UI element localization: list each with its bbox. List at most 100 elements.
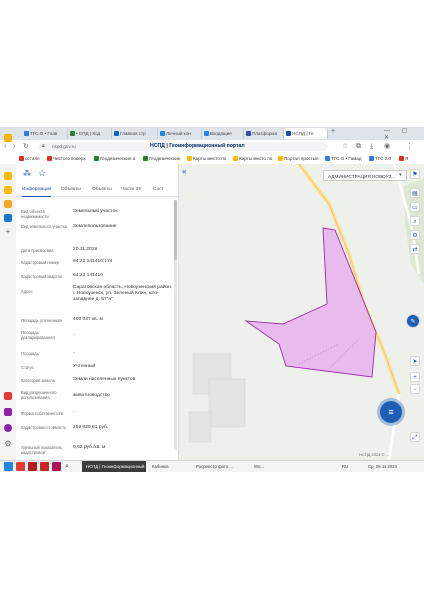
browser-tab[interactable]: • СПД | Код: [68, 128, 112, 139]
row-value: 64:22:141410: [73, 273, 103, 278]
reload-icon[interactable]: ↻: [23, 142, 29, 151]
bookmark-item[interactable]: Я: [398, 153, 408, 164]
row-label: Кадастровый номер: [21, 260, 60, 265]
tab-objects[interactable]: Объекты: [61, 184, 81, 196]
app-icon[interactable]: [4, 408, 12, 416]
row-label: Вид земельного участка: [21, 224, 68, 229]
browser-tab[interactable]: Платформа: [244, 128, 284, 139]
cadastral-cost-value: 252 029,61 руб.: [73, 425, 109, 430]
layers-button[interactable]: ⚑: [410, 169, 420, 179]
lock-icon: 🔒︎: [42, 143, 45, 149]
profile-icon[interactable]: ◉: [384, 142, 390, 151]
list-icon[interactable]: ≡: [380, 401, 402, 423]
panel-scroll-thumb[interactable]: [174, 200, 177, 260]
tab-objects-2[interactable]: Объекты: [92, 184, 112, 196]
url-text: nspd.gov.ru: [52, 144, 76, 149]
browser-tab[interactable]: ТГС.О • Глав: [22, 128, 68, 139]
portal-title: НСПД | Геоинформационный портал: [150, 143, 245, 149]
map-view[interactable]: « АДМИНИСТРАЦИЯ НОВОУЗ... ▾ ⚑ ▤ ▭ ⌕ ⚙ ⇄ …: [179, 164, 424, 460]
admin-unit-select[interactable]: АДМИНИСТРАЦИЯ НОВОУЗ...: [323, 170, 407, 181]
tab-state[interactable]: Сост: [153, 184, 164, 196]
share-map-button[interactable]: ⇄: [410, 244, 420, 254]
browser-tab[interactable]: Личный кон: [158, 128, 202, 139]
collapse-panel-icon[interactable]: «: [182, 167, 192, 177]
address-bar: ‹ › ↻ 🔒︎ nspd.gov.ru НСПД | Геоинформаци…: [0, 140, 424, 154]
panel-toolbar: ⁂ ☆: [16, 164, 178, 184]
row-label: Форма собственности: [21, 411, 63, 416]
row-label: Категория земель: [21, 378, 55, 383]
map-settings-button[interactable]: ⚙: [410, 230, 420, 240]
start-icon[interactable]: [4, 462, 13, 471]
bookmark-item[interactable]: Геодезические а: [93, 153, 135, 164]
share-icon[interactable]: ⁂: [23, 169, 31, 178]
zoom-out-button[interactable]: −: [410, 384, 420, 394]
forward-icon[interactable]: ›: [13, 142, 15, 151]
taskbar-item[interactable]: Wo...: [254, 461, 264, 472]
window-controls-icon[interactable]: — ▢ ✕: [384, 127, 424, 141]
map-attribution: НСПД 2024 © ...: [359, 452, 389, 457]
bookmark-item[interactable]: остале: [18, 153, 40, 164]
tool-button[interactable]: ▤: [410, 188, 420, 198]
search-button[interactable]: ⌕: [410, 216, 420, 226]
taskbar-item[interactable]: Росреестр фото ...: [196, 461, 233, 472]
bookmark-item[interactable]: Геодезические: [142, 153, 180, 164]
browser-tab-active[interactable]: НСПД | Ге: [284, 128, 328, 139]
app-icon[interactable]: [4, 392, 12, 400]
row-label: Площадь уточненная: [21, 318, 62, 323]
os-taskbar: ⌕ НСПД | Геоинформационный Кабинка Росре…: [0, 460, 424, 472]
taskbar-active-window[interactable]: НСПД | Геоинформационный: [82, 461, 146, 472]
row-label: Площадь декларированная: [21, 330, 55, 340]
row-label: Статус: [21, 365, 34, 370]
back-icon[interactable]: ‹: [4, 142, 6, 151]
measure-button[interactable]: ▭: [410, 202, 420, 212]
fullscreen-button[interactable]: ⤢: [410, 432, 420, 442]
app-icon[interactable]: [52, 462, 61, 471]
settings-icon[interactable]: ⚙: [4, 440, 12, 448]
bookmark-item[interactable]: Карты место по: [232, 153, 272, 164]
navigate-button[interactable]: ➤: [410, 356, 420, 366]
bookmark-item[interactable]: ТГС 2.0: [368, 153, 391, 164]
row-value: животноводство: [73, 393, 110, 398]
browser-tab[interactable]: Главная стр: [112, 128, 158, 139]
browser-tab[interactable]: Входящие: [202, 128, 244, 139]
app-icon[interactable]: [4, 186, 12, 194]
bookmark-item[interactable]: Портал простые: [277, 153, 319, 164]
taskbar-item[interactable]: Кабинка: [152, 461, 169, 472]
tab-info[interactable]: Информация: [22, 184, 52, 197]
row-value: -: [73, 351, 75, 356]
keyboard-language[interactable]: RU: [342, 461, 348, 472]
app-icon[interactable]: [4, 214, 12, 222]
row-value: -: [73, 333, 75, 338]
app-icon[interactable]: [28, 462, 37, 471]
bookmark-item[interactable]: Карты место по: [186, 153, 226, 164]
new-tab-icon[interactable]: +: [331, 128, 335, 135]
bookmark-star-icon[interactable]: ☆: [342, 142, 348, 151]
zoom-in-button[interactable]: +: [410, 372, 420, 382]
menu-icon[interactable]: ⋮: [406, 142, 413, 151]
download-icon[interactable]: ⤓: [370, 142, 373, 151]
chat-button[interactable]: ✎: [406, 314, 420, 328]
row-value: -: [73, 410, 75, 415]
bookmark-item[interactable]: Чистого поверх: [46, 153, 86, 164]
browser-sidebar: + ⚙: [0, 134, 17, 460]
row-value: 64:22:141410:174: [73, 259, 113, 264]
add-app-icon[interactable]: +: [4, 228, 12, 236]
row-label: Кадастровая стоимость: [21, 425, 67, 430]
app-icon[interactable]: [4, 200, 12, 208]
star-icon[interactable]: [4, 134, 12, 142]
app-icon[interactable]: [4, 424, 12, 432]
bookmark-item[interactable]: ТГС.О • Гамад: [324, 153, 362, 164]
row-label: Площадь: [21, 351, 39, 356]
app-icon[interactable]: [40, 462, 49, 471]
clock: Ср, 06.11.2024: [368, 464, 398, 469]
row-value: Земельный участок: [73, 209, 118, 214]
extensions-icon[interactable]: ⧉: [356, 142, 361, 151]
app-icon[interactable]: [4, 172, 12, 180]
favorite-star-icon[interactable]: ☆: [38, 168, 46, 179]
app-icon[interactable]: [16, 462, 25, 471]
tab-parts[interactable]: Части ЗУ: [121, 184, 141, 196]
object-info-panel: ⁂ ☆ Информация Объекты Объекты Части ЗУ …: [16, 164, 179, 460]
row-label: Вид разрешенного использования: [21, 390, 57, 400]
search-icon[interactable]: ⌕: [65, 462, 74, 471]
row-label: Дата присвоения: [21, 248, 54, 253]
